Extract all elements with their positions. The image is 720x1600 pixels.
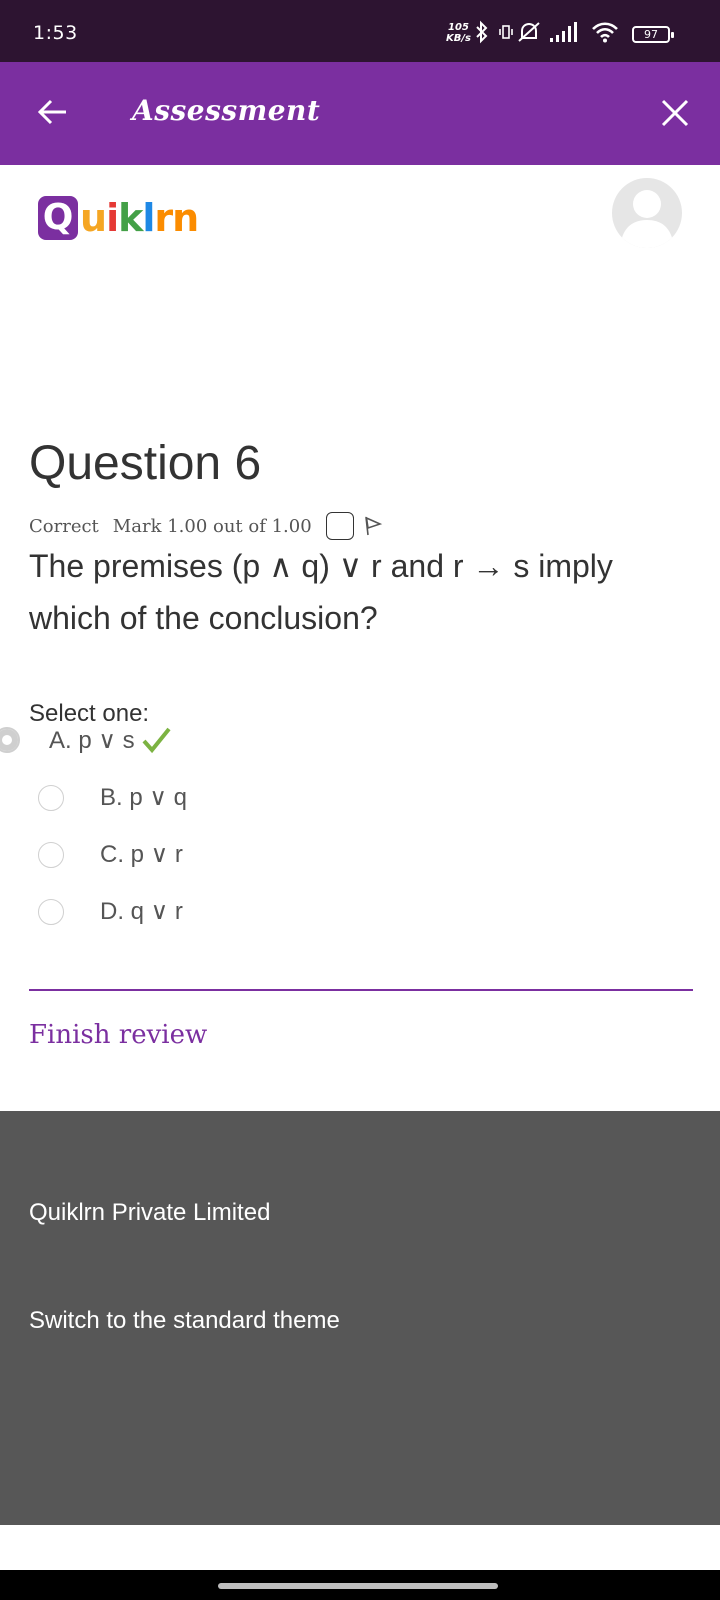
company-name: Quiklrn Private Limited <box>29 1199 271 1226</box>
footer: Quiklrn Private Limited Switch to the st… <box>0 1111 720 1525</box>
close-icon <box>661 99 689 127</box>
vibrate-icon <box>499 25 513 39</box>
question-state: Correct <box>29 515 99 537</box>
logo-letter: l <box>142 196 155 240</box>
close-button[interactable] <box>655 93 695 133</box>
bluetooth-icon <box>476 20 488 44</box>
logo-letter: r <box>154 196 173 240</box>
logo-text: uiklrn <box>80 196 199 240</box>
divider <box>29 989 693 991</box>
answer-option-d[interactable]: D. q ∨ r <box>38 897 183 926</box>
question-text: The premises (p ∧ q) ∨ r and r → s imply… <box>29 548 613 636</box>
question-info: Correct Mark 1.00 out of 1.00 <box>29 512 384 540</box>
signal-icon <box>550 22 577 42</box>
app-bar: Assessment <box>0 62 720 165</box>
answer-option-c[interactable]: C. p ∨ r <box>38 840 183 869</box>
option-b-label: B. p ∨ q <box>100 784 187 811</box>
system-nav-bar <box>0 1570 720 1600</box>
answer-option-b[interactable]: B. p ∨ q <box>38 783 187 812</box>
finish-review-link[interactable]: Finish review <box>29 1020 207 1050</box>
wifi-icon <box>592 22 618 43</box>
option-d-label: D. q ∨ r <box>100 898 183 925</box>
flag-question-checkbox[interactable] <box>325 512 354 540</box>
mute-icon <box>518 22 540 42</box>
radio-b[interactable] <box>38 784 64 811</box>
arrow-left-icon <box>37 99 66 125</box>
switch-theme-link[interactable]: Switch to the standard theme <box>29 1307 340 1335</box>
network-speed-value: 105 <box>448 22 469 33</box>
option-a-label: A. p ∨ s <box>49 726 135 754</box>
logo-letter: i <box>106 196 119 240</box>
logo-letter-q: Q <box>38 196 78 240</box>
battery-icon: 97 <box>632 26 674 43</box>
user-avatar-icon <box>620 190 674 248</box>
flag-icon[interactable] <box>362 515 384 537</box>
radio-c[interactable] <box>38 841 64 868</box>
logo-letter: k <box>118 196 143 240</box>
option-c-label: C. p ∨ r <box>100 841 183 868</box>
status-time: 1:53 <box>33 22 78 44</box>
network-speed-unit: KB/s <box>446 33 471 44</box>
back-button[interactable] <box>34 92 74 132</box>
logo-letter: u <box>80 196 107 240</box>
answer-option-a[interactable]: A. p ∨ s <box>0 723 173 757</box>
quiklrn-logo[interactable]: Q uiklrn <box>38 193 199 243</box>
check-icon <box>142 727 171 754</box>
network-speed: 105 KB/s <box>446 22 471 44</box>
question-mark: Mark 1.00 out of 1.00 <box>112 515 312 537</box>
avatar[interactable] <box>612 178 682 248</box>
logo-letter: n <box>172 196 199 240</box>
status-bar: 1:53 105 KB/s 97 <box>0 0 720 62</box>
home-indicator[interactable] <box>218 1583 498 1589</box>
page-title: Assessment <box>132 94 321 127</box>
battery-level: 97 <box>644 28 658 41</box>
radio-d[interactable] <box>38 898 64 925</box>
question-title: Question 6 <box>29 437 262 490</box>
radio-a[interactable] <box>0 727 20 753</box>
